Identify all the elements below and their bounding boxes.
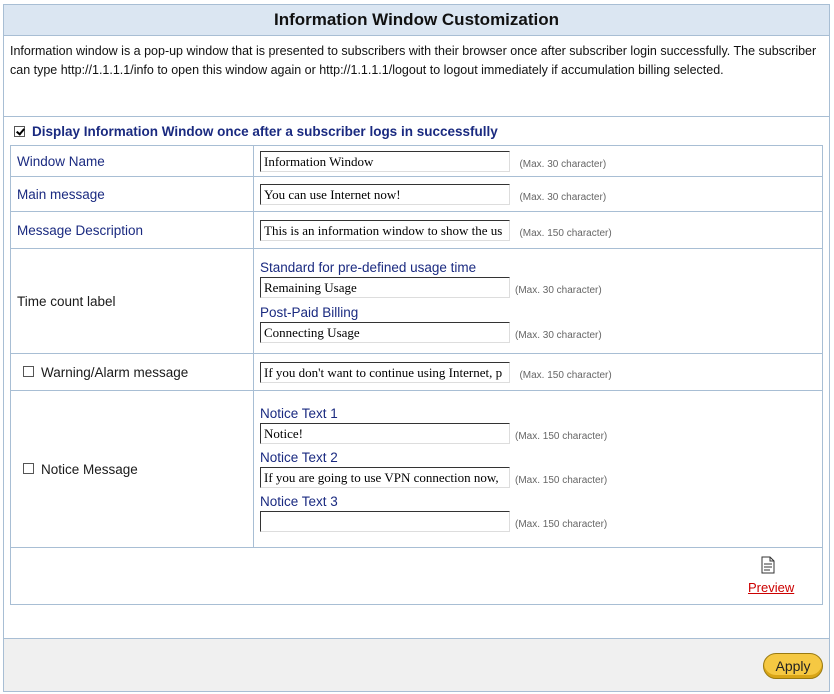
row-window-name: Window Name Information Window (Max. 30 … <box>10 145 823 177</box>
row-time-count: Time count label Standard for pre-define… <box>10 248 823 354</box>
notice-text2-label: Notice Text 2 <box>260 450 338 465</box>
notice-text1-input[interactable]: Notice! <box>260 423 510 444</box>
display-window-checkbox[interactable] <box>14 125 25 137</box>
preview-control[interactable]: Preview <box>748 556 794 595</box>
window-name-label: Window Name <box>10 145 254 177</box>
time-count-label: Time count label <box>10 248 254 354</box>
row-notice: Notice Message Notice Text 1 Notice! (Ma… <box>10 390 823 548</box>
standard-usage-label: Standard for pre-defined usage time <box>260 259 477 275</box>
message-description-label: Message Description <box>10 211 254 249</box>
row-warning: Warning/Alarm message If you don't want … <box>10 353 823 391</box>
apply-button[interactable]: Apply <box>763 653 823 679</box>
page-title: Information Window Customization <box>4 5 829 36</box>
main-message-hint: (Max. 30 character) <box>519 191 607 203</box>
notice-text3-hint: (Max. 150 character) <box>515 519 608 530</box>
warning-label: Warning/Alarm message <box>41 364 189 380</box>
notice-text2-input[interactable]: If you are going to use VPN connection n… <box>260 467 510 488</box>
main-message-label: Main message <box>10 176 254 212</box>
warning-input[interactable]: If you don't want to continue using Inte… <box>260 361 510 383</box>
postpaid-billing-label: Post-Paid Billing <box>260 304 359 320</box>
warning-checkbox[interactable] <box>23 365 34 377</box>
row-preview: Preview <box>10 547 823 605</box>
document-icon[interactable] <box>760 556 776 574</box>
row-message-description: Message Description This is an informati… <box>10 211 823 249</box>
warning-hint: (Max. 150 character) <box>519 369 612 381</box>
postpaid-billing-hint: (Max. 30 character) <box>515 329 602 341</box>
main-message-input[interactable]: You can use Internet now! <box>260 183 510 205</box>
message-description-hint: (Max. 150 character) <box>519 227 612 239</box>
display-window-option[interactable]: Display Information Window once after a … <box>4 117 829 145</box>
notice-text3-input[interactable] <box>260 511 510 532</box>
notice-checkbox[interactable] <box>23 462 34 474</box>
postpaid-billing-input[interactable]: Connecting Usage <box>260 321 510 343</box>
preview-link[interactable]: Preview <box>748 580 794 595</box>
notice-text3-label: Notice Text 3 <box>260 494 338 509</box>
footer-bar: Apply <box>4 638 829 691</box>
message-description-input[interactable]: This is an information window to show th… <box>260 219 510 241</box>
notice-text1-label: Notice Text 1 <box>260 406 338 421</box>
window-name-hint: (Max. 30 character) <box>519 158 607 170</box>
row-main-message: Main message You can use Internet now! (… <box>10 176 823 212</box>
standard-usage-input[interactable]: Remaining Usage <box>260 276 510 298</box>
notice-label: Notice Message <box>41 461 138 477</box>
standard-usage-hint: (Max. 30 character) <box>515 284 602 296</box>
window-name-input[interactable]: Information Window <box>260 150 510 172</box>
intro-text: Information window is a pop-up window th… <box>4 36 829 117</box>
notice-text1-hint: (Max. 150 character) <box>515 431 608 442</box>
settings-table: Window Name Information Window (Max. 30 … <box>10 145 823 605</box>
notice-text2-hint: (Max. 150 character) <box>515 475 608 486</box>
display-window-label: Display Information Window once after a … <box>32 123 498 139</box>
